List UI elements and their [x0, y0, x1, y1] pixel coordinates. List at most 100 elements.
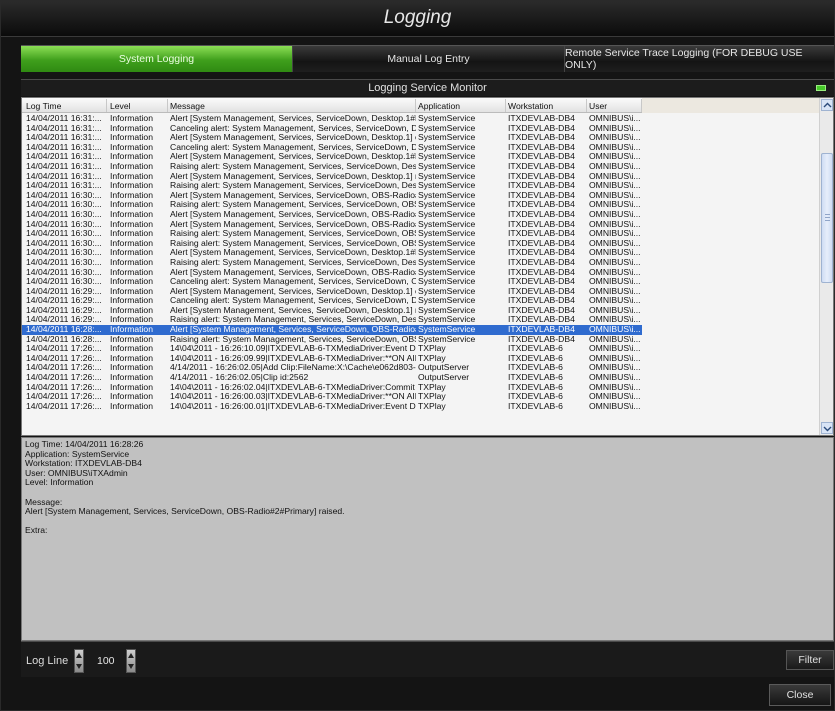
table-row[interactable]: 14/04/2011 17:26:... Information 14\04\201… — [22, 344, 642, 354]
column-header-application[interactable]: Application — [418, 101, 460, 111]
cell-workstation: ITXDEVLAB-DB4 — [508, 334, 575, 344]
close-button[interactable]: Close — [769, 684, 831, 706]
cell-message: Alert [System Management, Services, Serv… — [170, 190, 416, 200]
cell-workstation: ITXDEVLAB-DB4 — [508, 133, 575, 143]
table-row[interactable]: 14/04/2011 17:26:... Information 4/14/2011… — [22, 363, 642, 373]
table-row[interactable]: 14/04/2011 16:31:... Information Canceling… — [22, 124, 642, 134]
table-row[interactable]: 14/04/2011 16:30:... Information Alert [Sy… — [22, 248, 642, 258]
table-row[interactable]: 14/04/2011 16:30:... Information Alert [Sy… — [22, 268, 642, 278]
spin-down-icon[interactable] — [128, 664, 134, 669]
chevron-up-icon — [823, 102, 832, 108]
spin-up-icon[interactable] — [76, 653, 82, 658]
table-row[interactable]: 14/04/2011 16:28:... Information Alert [Sy… — [22, 325, 642, 335]
table-row[interactable]: 14/04/2011 16:29:... Information Raising a… — [22, 315, 642, 325]
log-line-value[interactable]: 100 — [97, 655, 115, 667]
cell-log-time: 14/04/2011 17:26:... — [26, 392, 102, 402]
table-row[interactable]: 14/04/2011 16:31:... Information Alert [Sy… — [22, 172, 642, 182]
table-row[interactable]: 14/04/2011 17:26:... Information 14\04\201… — [22, 354, 642, 364]
filter-button[interactable]: Filter — [786, 650, 834, 670]
cell-level: Information — [110, 373, 153, 383]
logging-service-monitor-bar: Logging Service Monitor — [21, 79, 834, 96]
column-header-level[interactable]: Level — [110, 101, 131, 111]
cell-log-time: 14/04/2011 16:31:... — [26, 142, 102, 152]
scroll-up-button[interactable] — [821, 99, 833, 111]
table-row[interactable]: 14/04/2011 17:26:... Information 14\04\201… — [22, 392, 642, 402]
cell-application: TXPlay — [418, 392, 446, 402]
cell-message: Alert [System Management, Services, Serv… — [170, 248, 416, 258]
table-row[interactable]: 14/04/2011 16:28:... Information Raising a… — [22, 335, 642, 345]
scroll-down-button[interactable] — [821, 422, 833, 434]
table-row[interactable]: 14/04/2011 16:30:... Information Raising a… — [22, 229, 642, 239]
column-separator[interactable] — [167, 99, 168, 112]
table-row[interactable]: 14/04/2011 16:31:... Information Alert [Sy… — [22, 133, 642, 143]
tab-system-logging[interactable]: System Logging — [21, 46, 293, 72]
cell-level: Information — [110, 334, 153, 344]
column-separator[interactable] — [586, 99, 587, 112]
cell-user: OMNIBUS\i... — [589, 382, 641, 392]
table-row[interactable]: 14/04/2011 16:31:... Information Raising a… — [22, 181, 642, 191]
cell-user: OMNIBUS\i... — [589, 257, 641, 267]
column-separator[interactable] — [505, 99, 506, 112]
header-filler — [642, 98, 819, 113]
cell-level: Information — [110, 325, 153, 335]
cell-user: OMNIBUS\i... — [589, 267, 641, 277]
cell-log-time: 14/04/2011 16:30:... — [26, 229, 102, 239]
cell-message: Alert [System Management, Services, Serv… — [170, 325, 416, 335]
log-line-spinner-left[interactable] — [74, 649, 84, 673]
table-row[interactable]: 14/04/2011 16:30:... Information Alert [Sy… — [22, 220, 642, 230]
table-row[interactable]: 14/04/2011 16:29:... Information Alert [Sy… — [22, 306, 642, 316]
table-row[interactable]: 14/04/2011 16:30:... Information Raising a… — [22, 258, 642, 268]
cell-message: 4/14/2011 - 16:26:02.05|Clip id:2562 — [170, 373, 309, 383]
table-row[interactable]: 14/04/2011 17:26:... Information 14\04\201… — [22, 383, 642, 393]
cell-application: SystemService — [418, 161, 476, 171]
tab-manual-log-entry[interactable]: Manual Log Entry — [293, 46, 565, 72]
cell-level: Information — [110, 229, 153, 239]
spin-up-icon[interactable] — [128, 653, 134, 658]
footer-bar: Log Line 100 Filter — [21, 641, 834, 677]
cell-workstation: ITXDEVLAB-DB4 — [508, 315, 575, 325]
table-row[interactable]: 14/04/2011 17:26:... Information 4/14/2011… — [22, 373, 642, 383]
table-row[interactable]: 14/04/2011 16:31:... Information Raising a… — [22, 162, 642, 172]
cell-message: Alert [System Management, Services, Serv… — [170, 171, 416, 181]
table-row[interactable]: 14/04/2011 16:30:... Information Canceling… — [22, 277, 642, 287]
cell-log-time: 14/04/2011 16:30:... — [26, 277, 102, 287]
table-row[interactable]: 14/04/2011 16:29:... Information Alert [Sy… — [22, 287, 642, 297]
table-row[interactable]: 14/04/2011 16:30:... Information Alert [Sy… — [22, 210, 642, 220]
tab-bar: System Logging Manual Log Entry Remote S… — [21, 45, 834, 72]
log-line-spinner-right[interactable] — [126, 649, 136, 673]
cell-application: SystemService — [418, 286, 476, 296]
column-header-user[interactable]: User — [589, 101, 607, 111]
cell-user: OMNIBUS\i... — [589, 171, 641, 181]
cell-log-time: 14/04/2011 16:30:... — [26, 238, 102, 248]
cell-workstation: ITXDEVLAB-DB4 — [508, 286, 575, 296]
cell-log-time: 14/04/2011 16:28:... — [26, 325, 102, 335]
spin-down-icon[interactable] — [76, 664, 82, 669]
table-row[interactable]: 14/04/2011 16:31:... Information Alert [Sy… — [22, 114, 642, 124]
table-row[interactable]: 14/04/2011 16:30:... Information Raising a… — [22, 200, 642, 210]
cell-log-time: 14/04/2011 17:26:... — [26, 344, 102, 354]
cell-application: SystemService — [418, 277, 476, 287]
table-row[interactable]: 14/04/2011 16:30:... Information Alert [Sy… — [22, 191, 642, 201]
column-header-workstation[interactable]: Workstation — [508, 101, 553, 111]
column-separator[interactable] — [106, 99, 107, 112]
vertical-scrollbar[interactable] — [819, 98, 833, 435]
grip-line — [825, 220, 830, 221]
table-row[interactable]: 14/04/2011 17:26:... Information 14\04\201… — [22, 402, 642, 412]
cell-user: OMNIBUS\i... — [589, 305, 641, 315]
cell-application: SystemService — [418, 238, 476, 248]
cell-message: Canceling alert: System Management, Serv… — [170, 277, 416, 287]
table-row[interactable]: 14/04/2011 16:29:... Information Canceling… — [22, 296, 642, 306]
column-header-log-time[interactable]: Log Time — [26, 101, 61, 111]
cell-application: SystemService — [418, 229, 476, 239]
cell-level: Information — [110, 190, 153, 200]
column-header-message[interactable]: Message — [170, 101, 205, 111]
cell-application: SystemService — [418, 305, 476, 315]
scroll-thumb[interactable] — [821, 153, 833, 283]
cell-level: Information — [110, 305, 153, 315]
tab-remote-service-trace-logging[interactable]: Remote Service Trace Logging (FOR DEBUG … — [565, 46, 834, 72]
table-row[interactable]: 14/04/2011 16:30:... Information Raising a… — [22, 239, 642, 249]
table-row[interactable]: 14/04/2011 16:31:... Information Alert [Sy… — [22, 152, 642, 162]
table-row[interactable]: 14/04/2011 16:31:... Information Canceling… — [22, 143, 642, 153]
cell-log-time: 14/04/2011 16:31:... — [26, 123, 102, 133]
column-separator[interactable] — [415, 99, 416, 112]
